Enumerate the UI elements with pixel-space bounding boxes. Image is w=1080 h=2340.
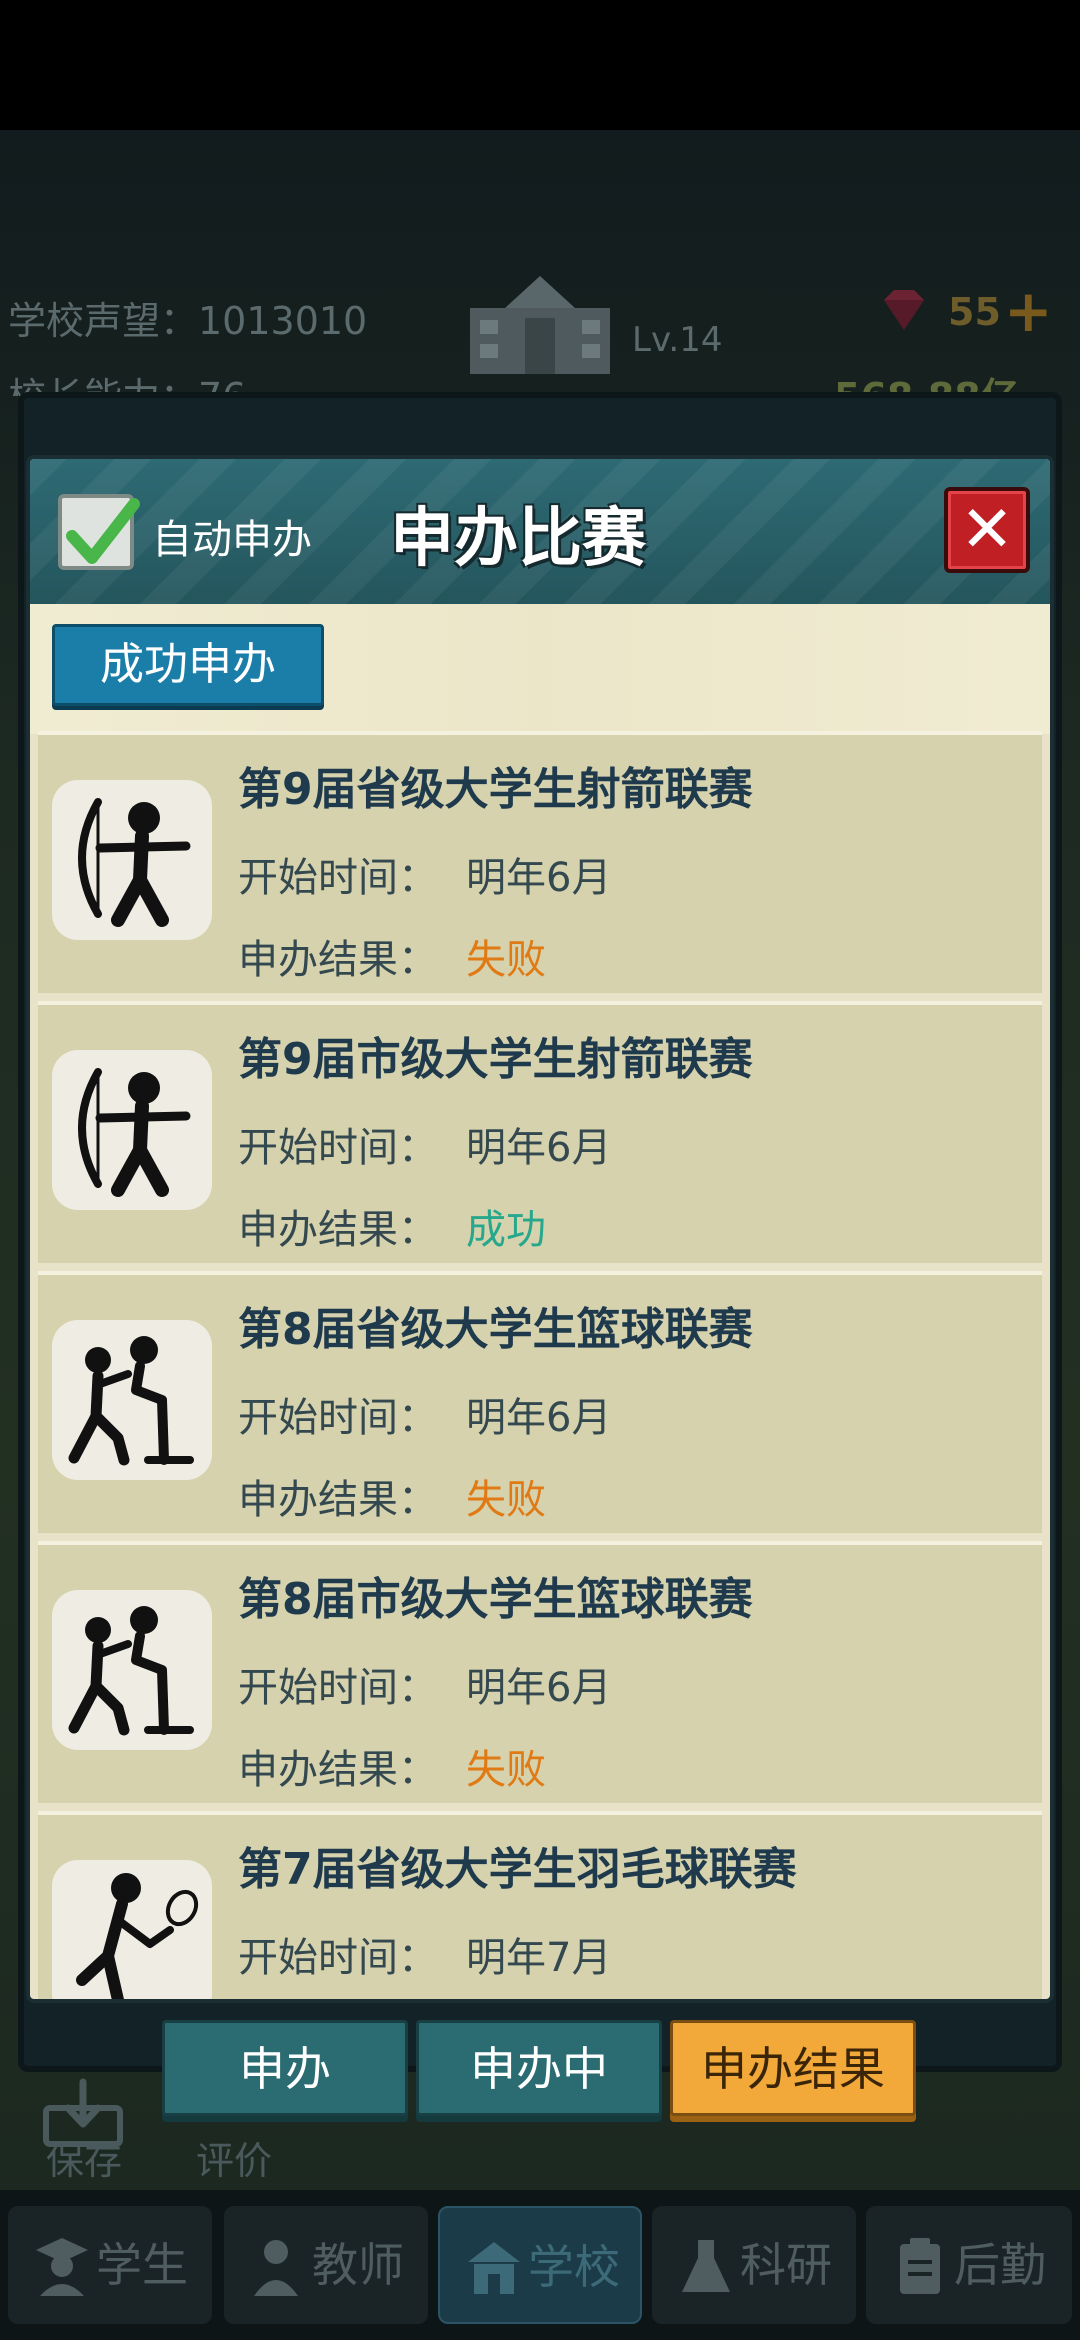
nav-label: 学生 [96, 2238, 188, 2292]
result-label: 申办结果： [238, 1477, 438, 1523]
nav-research[interactable]: 科研 [652, 2206, 856, 2324]
auto-apply-label: 自动申办 [152, 517, 312, 563]
start-time-value: 明年7月 [466, 1935, 612, 1981]
list-item[interactable]: 第9届省级大学生射箭联赛 开始时间： 明年6月 申办结果： 失败 [38, 731, 1042, 993]
start-time-label: 开始时间： [238, 1665, 438, 1711]
list-item[interactable]: 第9届市级大学生射箭联赛 开始时间： 明年6月 申办结果： 成功 [38, 1001, 1042, 1263]
item-title: 第9届省级大学生射箭联赛 [238, 764, 753, 815]
tab-applying[interactable]: 申办中 [416, 2020, 662, 2116]
gem-icon [884, 290, 924, 330]
result-row: 申办结果： 失败 [238, 1737, 546, 1795]
result-list[interactable]: 第9届省级大学生射箭联赛 开始时间： 明年6月 申办结果： 失败 第9届市级大学生射… [38, 731, 1042, 1999]
start-time-label: 开始时间： [238, 1125, 438, 1171]
nav-school[interactable]: 学校 [438, 2206, 642, 2324]
add-gems-button[interactable]: + [1004, 282, 1053, 340]
start-time-row: 开始时间： 明年6月 [238, 1115, 611, 1173]
nav-students[interactable]: 学生 [8, 2206, 212, 2324]
nav-label: 后勤 [954, 2238, 1046, 2292]
badminton-icon [52, 1860, 212, 1999]
list-item[interactable]: 第7届省级大学生羽毛球联赛 开始时间： 明年7月 [38, 1811, 1042, 1999]
tab-apply[interactable]: 申办 [162, 2020, 408, 2116]
archery-icon [52, 1050, 212, 1210]
list-item[interactable]: 第8届市级大学生篮球联赛 开始时间： 明年6月 申办结果： 失败 [38, 1541, 1042, 1803]
start-time-row: 开始时间： 明年6月 [238, 1385, 611, 1443]
bid-competition-dialog: 自动申办 申办比赛 ✕ 成功申办 第9届省级大学生射箭联赛 开始时间： 明年6月 … [26, 455, 1054, 2003]
result-row: 申办结果： 失败 [238, 1467, 546, 1525]
start-time-value: 明年6月 [466, 1395, 612, 1441]
result-row: 申办结果： 失败 [238, 927, 546, 985]
reputation-text: 学校声望：1013010 [8, 299, 368, 343]
start-time-label: 开始时间： [238, 855, 438, 901]
start-time-label: 开始时间： [238, 1935, 438, 1981]
auto-apply-checkbox[interactable] [58, 494, 140, 570]
rate-label[interactable]: 评价 [196, 2130, 272, 2185]
start-time-row: 开始时间： 明年6月 [238, 845, 611, 903]
school-building-icon [470, 276, 610, 374]
list-item[interactable]: 第8届省级大学生篮球联赛 开始时间： 明年6月 申办结果： 失败 [38, 1271, 1042, 1533]
nav-label: 科研 [740, 2238, 832, 2292]
result-row: 申办结果： 成功 [238, 1197, 546, 1255]
result-label: 申办结果： [238, 1207, 438, 1253]
nav-logistics[interactable]: 后勤 [866, 2206, 1072, 2324]
dialog-header: 自动申办 申办比赛 ✕ [30, 459, 1050, 604]
result-value: 成功 [466, 1207, 546, 1253]
start-time-value: 明年6月 [466, 1665, 612, 1711]
result-value: 失败 [466, 937, 546, 983]
success-bid-tab[interactable]: 成功申办 [52, 624, 324, 706]
student-icon [36, 2238, 88, 2296]
item-title: 第8届省级大学生篮球联赛 [238, 1304, 753, 1355]
archery-icon [52, 780, 212, 940]
basketball-icon [52, 1320, 212, 1480]
gem-count: 55 [948, 290, 1001, 334]
check-icon [66, 498, 140, 564]
result-label: 申办结果： [238, 937, 438, 983]
start-time-row: 开始时间： 明年7月 [238, 1925, 611, 1983]
start-time-value: 明年6月 [466, 855, 612, 901]
close-icon: ✕ [960, 493, 1014, 567]
nav-teachers[interactable]: 教师 [224, 2206, 428, 2324]
teacher-icon [254, 2240, 298, 2296]
level-text: Lv.14 [632, 320, 723, 360]
close-button[interactable]: ✕ [944, 487, 1030, 573]
tab-results[interactable]: 申办结果 [670, 2020, 916, 2116]
nav-label: 学校 [528, 2240, 620, 2294]
result-label: 申办结果： [238, 1747, 438, 1793]
item-title: 第9届市级大学生射箭联赛 [238, 1034, 753, 1085]
status-bar [0, 0, 1080, 130]
start-time-label: 开始时间： [238, 1395, 438, 1441]
save-label[interactable]: 保存 [46, 2130, 122, 2185]
dialog-title: 申办比赛 [390, 502, 646, 576]
start-time-row: 开始时间： 明年6月 [238, 1655, 611, 1713]
result-value: 失败 [466, 1747, 546, 1793]
result-value: 失败 [466, 1477, 546, 1523]
clipboard-icon [900, 2238, 940, 2294]
item-title: 第7届省级大学生羽毛球联赛 [238, 1844, 797, 1895]
flask-icon [682, 2240, 730, 2292]
school-icon [468, 2242, 520, 2294]
start-time-value: 明年6月 [466, 1125, 612, 1171]
item-title: 第8届市级大学生篮球联赛 [238, 1574, 753, 1625]
nav-label: 教师 [312, 2238, 404, 2292]
basketball-icon [52, 1590, 212, 1750]
